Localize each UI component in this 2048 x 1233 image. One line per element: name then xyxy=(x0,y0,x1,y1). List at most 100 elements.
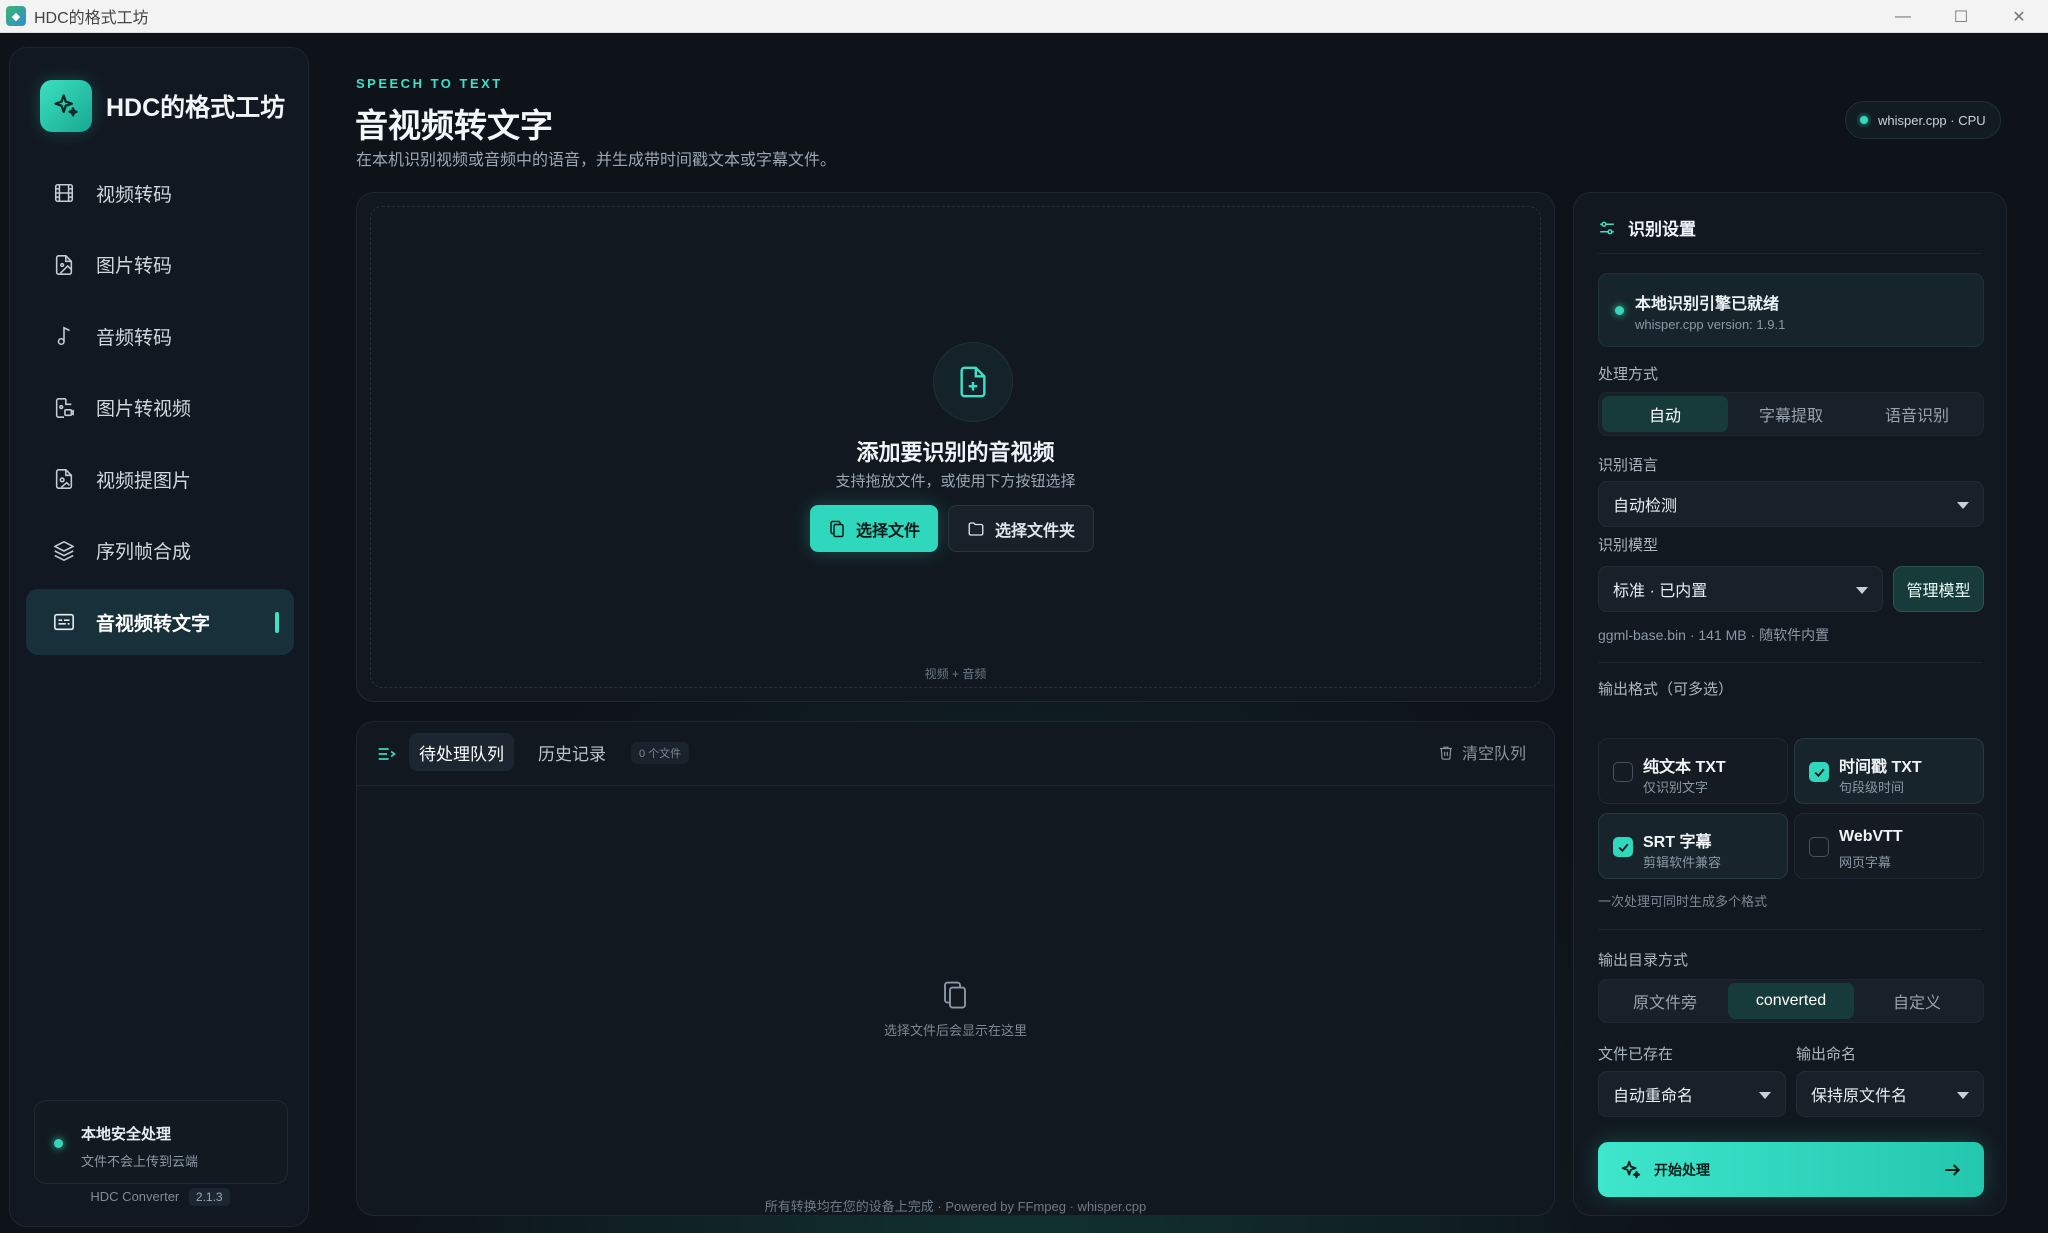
sidebar-item-label: 序列帧合成 xyxy=(96,542,192,563)
sidebar-item-label: 音频转码 xyxy=(96,327,173,349)
clear-queue-button[interactable]: 清空队列 xyxy=(1438,740,1526,764)
outdir-option-beside-source[interactable]: 原文件旁 xyxy=(1602,983,1728,1019)
file-exists-select[interactable]: 自动重命名 xyxy=(1598,1071,1786,1117)
engine-ready-card: 本地识别引擎已就绪 whisper.cpp version: 1.9.1 xyxy=(1598,273,1984,347)
model-value: 标准 · 已内置 xyxy=(1613,583,1708,600)
sidebar-item-sequence-compose[interactable]: 序列帧合成 xyxy=(26,518,294,584)
copy-file-icon xyxy=(830,520,844,537)
divider xyxy=(1598,929,1982,930)
brand: HDC的格式工坊 xyxy=(40,80,285,132)
page-title: 音视频转文字 xyxy=(355,107,553,144)
page-eyebrow: SPEECH TO TEXT xyxy=(356,76,503,91)
sidebar-item-label: 图片转码 xyxy=(96,256,173,277)
sparkle-logo-icon xyxy=(40,80,92,132)
image-file-icon xyxy=(52,253,76,277)
engine-ready-title: 本地识别引擎已就绪 xyxy=(1635,296,1780,313)
model-label: 识别模型 xyxy=(1598,537,1659,554)
checkbox-checked[interactable] xyxy=(1809,762,1829,782)
mode-option-speech-recognition[interactable]: 语音识别 xyxy=(1854,396,1980,432)
file-exists-value: 自动重命名 xyxy=(1613,1088,1694,1105)
checkbox[interactable] xyxy=(1613,762,1633,782)
active-indicator xyxy=(275,612,279,633)
divider xyxy=(1598,662,1982,663)
video-to-image-icon xyxy=(52,467,76,491)
queue-header: 待处理队列 历史记录 0 个文件 清空队列 xyxy=(357,722,1554,786)
tab-history[interactable]: 历史记录 xyxy=(528,733,616,771)
subtitles-icon xyxy=(52,610,76,634)
dropzone-actions: 选择文件 选择文件夹 xyxy=(810,505,1095,552)
divider xyxy=(1598,253,1982,254)
format-desc: 剪辑软件兼容 xyxy=(1643,855,1722,870)
choose-folder-button[interactable]: 选择文件夹 xyxy=(948,505,1095,552)
format-name: SRT 字幕 xyxy=(1643,834,1712,851)
app-body: HDC的格式工坊 视频转码 图片转码 音频转码 图片转视频 视频提图片 序列帧合… xyxy=(0,33,2048,1233)
sidebar-item-video-to-image[interactable]: 视频提图片 xyxy=(26,446,294,512)
engine-status-pill: whisper.cpp · CPU xyxy=(1845,101,2001,139)
format-option-webvtt[interactable]: WebVTT 网页字幕 xyxy=(1794,813,1984,879)
mode-option-subtitle-extract[interactable]: 字幕提取 xyxy=(1728,396,1854,432)
outdir-option-converted[interactable]: converted xyxy=(1728,983,1854,1019)
choose-file-label: 选择文件 xyxy=(856,522,921,540)
sidebar-item-audio-transcode[interactable]: 音频转码 xyxy=(26,303,294,369)
choose-file-button[interactable]: 选择文件 xyxy=(810,505,939,552)
start-processing-label: 开始处理 xyxy=(1654,1161,1710,1178)
sidebar-item-image-to-video[interactable]: 图片转视频 xyxy=(26,375,294,441)
status-dot xyxy=(54,1139,63,1148)
dropzone[interactable]: 添加要识别的音视频 支持拖放文件，或使用下方按钮选择 选择文件 选择文件夹 视频… xyxy=(370,206,1541,688)
trash-icon xyxy=(1439,746,1452,760)
dropzone-panel: 添加要识别的音视频 支持拖放文件，或使用下方按钮选择 选择文件 选择文件夹 视频… xyxy=(356,192,1555,702)
manage-model-button[interactable]: 管理模型 xyxy=(1893,566,1984,612)
format-name: WebVTT xyxy=(1839,828,1903,845)
language-select[interactable]: 自动检测 xyxy=(1598,481,1984,527)
outdir-segmented-control: 原文件旁 converted 自定义 xyxy=(1598,979,1984,1023)
window-titlebar: ◆ HDC的格式工坊 — ☐ ✕ xyxy=(0,0,2048,33)
sliders-icon xyxy=(1600,221,1614,234)
page-description: 在本机识别视频或音频中的语音，并生成带时间戳文本或字幕文件。 xyxy=(356,152,837,169)
status-dot xyxy=(1615,306,1624,315)
sidebar-item-speech-to-text[interactable]: 音视频转文字 xyxy=(26,589,294,655)
minimize-button[interactable]: — xyxy=(1874,0,1932,33)
app-icon: ◆ xyxy=(6,6,26,26)
naming-label: 输出命名 xyxy=(1796,1046,1857,1063)
choose-folder-label: 选择文件夹 xyxy=(995,522,1076,540)
model-info: ggml-base.bin · 141 MB · 随软件内置 xyxy=(1598,627,1830,643)
chevron-down-icon xyxy=(1856,587,1868,594)
mode-option-auto[interactable]: 自动 xyxy=(1602,396,1728,432)
empty-files-icon xyxy=(940,980,970,1015)
queue-panel: 待处理队列 历史记录 0 个文件 清空队列 选择文件后会显示在这里 xyxy=(356,721,1555,1216)
app-name: HDC Converter xyxy=(90,1189,180,1204)
exists-label: 文件已存在 xyxy=(1598,1046,1674,1063)
format-desc: 仅识别文字 xyxy=(1643,780,1709,795)
tab-pending-queue[interactable]: 待处理队列 xyxy=(409,733,514,771)
footer-note: 所有转换均在您的设备上完成 · Powered by FFmpeg · whis… xyxy=(764,1199,1147,1214)
checkbox[interactable] xyxy=(1809,837,1829,857)
format-option-plain-txt[interactable]: 纯文本 TXT 仅识别文字 xyxy=(1598,738,1788,804)
format-option-timestamp-txt[interactable]: 时间戳 TXT 句段级时间 xyxy=(1794,738,1984,804)
maximize-button[interactable]: ☐ xyxy=(1932,0,1990,33)
format-option-srt[interactable]: SRT 字幕 剪辑软件兼容 xyxy=(1598,813,1788,879)
layers-icon xyxy=(52,539,76,563)
music-note-icon xyxy=(52,324,76,348)
folder-icon xyxy=(968,521,984,536)
model-select[interactable]: 标准 · 已内置 xyxy=(1598,566,1883,612)
dropzone-footer: 视频 + 音频 xyxy=(924,667,987,681)
secure-description: 文件不会上传到云端 xyxy=(81,1154,199,1169)
secure-title: 本地安全处理 xyxy=(81,1126,172,1143)
sidebar-item-video-transcode[interactable]: 视频转码 xyxy=(26,160,294,226)
format-note: 一次处理可同时生成多个格式 xyxy=(1598,894,1768,909)
sidebar-item-label: 图片转视频 xyxy=(96,399,192,420)
mode-segmented-control: 自动 字幕提取 语音识别 xyxy=(1598,392,1984,436)
close-button[interactable]: ✕ xyxy=(1990,0,2048,33)
outdir-option-custom[interactable]: 自定义 xyxy=(1854,983,1980,1019)
output-naming-select[interactable]: 保持原文件名 xyxy=(1796,1071,1984,1117)
check-icon xyxy=(1813,768,1825,777)
sidebar: HDC的格式工坊 视频转码 图片转码 音频转码 图片转视频 视频提图片 序列帧合… xyxy=(9,47,309,1227)
sidebar-item-image-transcode[interactable]: 图片转码 xyxy=(26,232,294,298)
start-processing-button[interactable]: 开始处理 xyxy=(1598,1142,1984,1197)
sidebar-item-label: 音视频转文字 xyxy=(96,613,211,635)
dropzone-title: 添加要识别的音视频 xyxy=(856,440,1055,465)
checkbox-checked[interactable] xyxy=(1613,837,1633,857)
image-to-video-icon xyxy=(52,396,76,420)
queue-count-badge: 0 个文件 xyxy=(631,742,690,764)
queue-list-icon xyxy=(377,745,397,768)
